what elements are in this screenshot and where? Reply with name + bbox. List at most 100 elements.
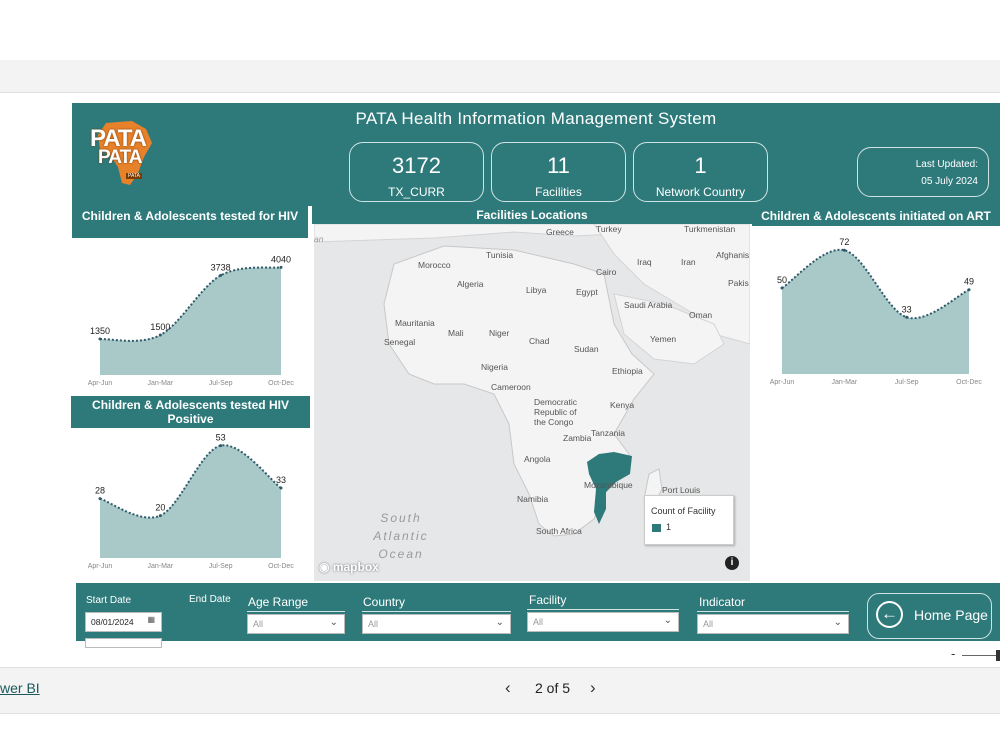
mapbox-logo-icon: ◉ (319, 560, 330, 574)
calendar-icon: ▦ (147, 615, 155, 624)
positive-hiv-chart: 28 Apr-Jun 20 Jan-Mar 53 Jul-Sep 33 Oct-Dec (88, 433, 295, 570)
data-label: 1350 (90, 326, 110, 336)
kpi-tx-curr: 3172 TX_CURR (349, 142, 484, 202)
data-point[interactable] (905, 315, 909, 319)
zoom-slider-track[interactable] (962, 655, 1000, 656)
mapbox-text: mapbox (332, 560, 379, 574)
map-label: Nigeria (481, 362, 508, 372)
facilities-map[interactable]: Greece Turkey Turkmenistan Tunisia Moroc… (314, 224, 750, 581)
map-label: Niger (489, 328, 510, 338)
data-point[interactable] (98, 497, 102, 501)
powerbi-link[interactable]: wer BI (0, 680, 40, 696)
x-tick-label: Jul-Sep (209, 380, 233, 387)
home-page-button[interactable]: ← Home Page (867, 593, 992, 639)
x-tick-label: Apr-Jun (88, 563, 113, 570)
zoom-slider-thumb[interactable] (996, 650, 1000, 661)
map-label: an (314, 234, 324, 244)
data-label: 49 (964, 277, 974, 287)
map-label: Oman (689, 310, 713, 320)
facility-value: All (533, 617, 544, 627)
country-underline (362, 611, 511, 612)
map-label: Turkmenistan (684, 224, 736, 234)
kpi-value: 1 (694, 153, 707, 178)
data-label: 4040 (271, 254, 291, 264)
data-point[interactable] (158, 333, 162, 337)
chart-area (100, 267, 281, 375)
data-point[interactable] (98, 337, 102, 341)
logo-tag: PATA (126, 173, 142, 179)
map-label: Mali (448, 328, 464, 338)
country-dropdown[interactable]: All ⌄ (362, 614, 511, 634)
tested-hiv-title: Children & Adolescents tested for HIV (72, 206, 308, 238)
start-date-input[interactable]: 08/01/2024 ▦ (85, 612, 162, 632)
chart-area (782, 249, 969, 374)
data-point[interactable] (219, 273, 223, 277)
end-date-label: End Date (189, 594, 231, 605)
map-legend: Count of Facility 1 (644, 495, 734, 545)
map-label: Cairo (596, 267, 617, 277)
x-tick-label: Apr-Jun (770, 379, 795, 386)
data-point[interactable] (279, 486, 283, 490)
chevron-down-icon: ⌄ (663, 615, 672, 626)
x-tick-label: Jan-Mar (147, 563, 173, 570)
last-updated-card: Last Updated: 05 July 2024 (857, 147, 989, 197)
data-label: 28 (95, 486, 105, 496)
age-range-value: All (253, 619, 264, 629)
data-point[interactable] (780, 286, 784, 290)
info-icon[interactable]: i (725, 556, 739, 570)
map-label: Morocco (418, 260, 451, 270)
age-range-dropdown[interactable]: All ⌄ (247, 614, 345, 634)
x-tick-label: Oct-Dec (268, 380, 294, 387)
data-point[interactable] (219, 444, 223, 448)
facility-dropdown[interactable]: All ⌄ (527, 612, 679, 632)
last-updated-value: 05 July 2024 (921, 176, 978, 187)
legend-item-label: 1 (666, 522, 672, 532)
map-label: Angola (524, 454, 551, 464)
data-point[interactable] (842, 248, 846, 252)
data-label: 33 (902, 304, 912, 314)
country-value: All (368, 619, 379, 629)
tested-hiv-chart: 1350 Apr-Jun 1500 Jan-Mar 3738 Jul-Sep 4040 Oct… (88, 254, 295, 387)
kpi-value: 3172 (392, 153, 441, 178)
next-page-icon[interactable]: › (590, 678, 596, 698)
kpi-label: Facilities (535, 185, 582, 199)
last-updated-label: Last Updated: (915, 159, 978, 170)
indicator-value: All (703, 619, 714, 629)
map-label: Iran (681, 257, 696, 267)
map-label: Kenya (610, 400, 635, 410)
map-label: Namibia (517, 494, 549, 504)
data-label: 20 (155, 503, 165, 513)
data-label: 50 (777, 275, 787, 285)
data-point[interactable] (279, 265, 283, 269)
indicator-dropdown[interactable]: All ⌄ (697, 614, 849, 634)
x-tick-label: Jul-Sep (895, 379, 919, 386)
kpi-facilities: 11 Facilities (491, 142, 626, 202)
kpi-label: TX_CURR (388, 185, 445, 199)
page-title: PATA Health Information Management Syste… (355, 109, 717, 128)
home-page-label: Home Page (914, 607, 988, 623)
mapbox-attribution[interactable]: ◉ mapbox (319, 560, 379, 574)
map-label: Tunisia (486, 250, 514, 260)
start-date-extra (85, 638, 162, 648)
prev-page-icon[interactable]: ‹ (505, 678, 511, 698)
logo-text-bottom: PATA (98, 147, 142, 168)
chevron-down-icon: ⌄ (495, 617, 504, 628)
facility-underline (527, 609, 679, 610)
data-point[interactable] (967, 288, 971, 292)
x-tick-label: Jan-Mar (147, 380, 173, 387)
map-label: Pakis (728, 278, 749, 288)
header-banner: PATA Health Information Management Syste… (72, 103, 1000, 206)
country-label: Country (363, 595, 406, 609)
start-date-value: 08/01/2024 (91, 617, 134, 627)
zoom-minus-button[interactable]: - (951, 646, 955, 661)
data-point[interactable] (158, 514, 162, 518)
page-navigation-bar: wer BI ‹ 2 of 5 › (0, 667, 1000, 714)
map-label: Mozambique (584, 480, 633, 490)
map-label: Ethiopia (612, 366, 643, 376)
map-label: Mauritania (395, 318, 435, 328)
chevron-down-icon: ⌄ (833, 617, 842, 628)
art-title: Children & Adolescents initiated on ART (752, 206, 1000, 226)
legend-swatch (652, 524, 661, 532)
pata-logo: PATA PATA PATA (86, 117, 160, 189)
data-label: 1500 (150, 322, 170, 332)
